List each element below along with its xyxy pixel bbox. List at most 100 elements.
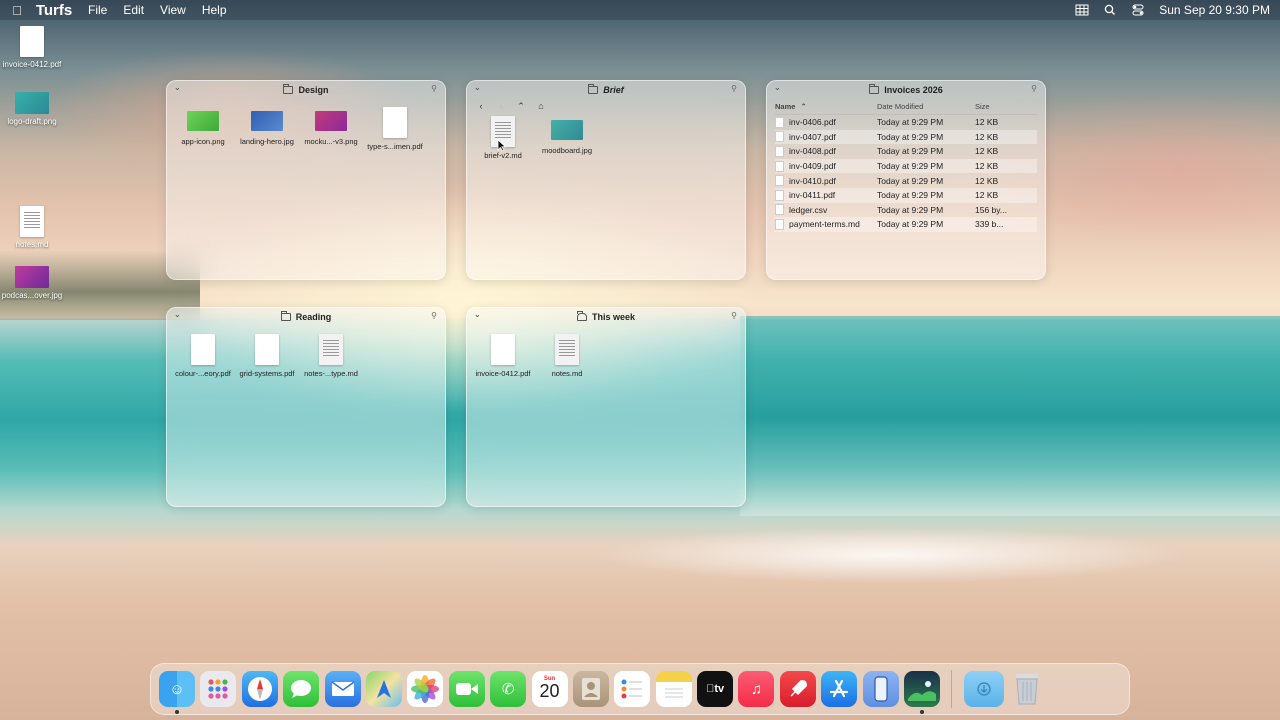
menubar-clock[interactable]: Sun Sep 20 9:30 PM xyxy=(1159,3,1270,17)
mouse-cursor-icon xyxy=(497,139,507,152)
table-row[interactable]: inv-0411.pdf Today at 9:29 PM 12 KB xyxy=(775,187,1037,203)
menu-help[interactable]: Help xyxy=(202,3,227,17)
markdown-file-icon xyxy=(20,206,44,237)
widget-title: This week xyxy=(591,312,636,322)
mail-icon[interactable] xyxy=(324,671,361,707)
table-row[interactable]: inv-0406.pdf Today at 9:29 PM 12 KB xyxy=(775,115,1037,130)
apple-menu-icon[interactable]:  xyxy=(10,3,24,18)
chevron-down-icon[interactable]: ⌄ xyxy=(474,310,481,319)
table-row[interactable]: inv-0407.pdf Today at 9:29 PM 12 KB xyxy=(775,129,1037,145)
pdf-file-icon xyxy=(775,116,784,128)
appstore-icon[interactable] xyxy=(821,671,858,707)
widget-brief[interactable]: ⌄ Brief ⚲ ‹ › ⌃ ⌂ brief-v2.md moodboard.… xyxy=(466,80,746,280)
table-row[interactable]: payment-terms.md Today at 9:29 PM 339 b... xyxy=(775,217,1037,232)
column-header-date[interactable]: Date Modified xyxy=(875,102,975,111)
menu-bar:  Turfs File Edit View Help Sun Sep 20 9… xyxy=(0,0,1280,20)
folder-icon xyxy=(588,84,599,94)
pin-icon[interactable]: ⚲ xyxy=(1031,84,1037,93)
file-item[interactable]: colour-...eory.pdf xyxy=(171,334,235,378)
file-item[interactable]: grid-systems.pdf xyxy=(235,334,299,378)
file-item[interactable]: invoice-0412.pdf xyxy=(471,334,535,378)
photos-icon[interactable] xyxy=(407,671,444,707)
safari-icon[interactable] xyxy=(241,671,278,707)
file-item[interactable]: app-icon.png xyxy=(171,107,235,151)
desktop-item[interactable]: notes.md xyxy=(0,206,67,249)
table-row[interactable]: inv-0410.pdf Today at 9:29 PM 12 KB xyxy=(775,173,1037,188)
pdf-file-icon xyxy=(775,160,784,172)
calendar-icon[interactable]: Sun 20 xyxy=(531,671,568,707)
sort-ascending-icon: ⌃ xyxy=(800,102,807,111)
file-list: Name ⌃ Date Modified Size inv-0406.pdf Tod… xyxy=(767,99,1045,232)
pdf-file-icon xyxy=(491,334,515,365)
widget-this-week[interactable]: ⌄ This week ⚲ invoice-0412.pdf notes.md xyxy=(466,307,746,507)
facetime-icon[interactable] xyxy=(448,671,485,707)
csv-file-icon xyxy=(775,204,784,216)
launchpad-icon[interactable] xyxy=(200,671,237,707)
file-item[interactable]: notes.md xyxy=(535,334,599,378)
app-menu[interactable]: Turfs xyxy=(36,0,72,28)
image-thumbnail-icon xyxy=(15,266,49,288)
pdf-file-icon xyxy=(383,107,407,138)
turfs-icon[interactable] xyxy=(904,671,941,714)
menu-file[interactable]: File xyxy=(88,3,107,17)
image-thumbnail-icon xyxy=(251,111,283,131)
rocket-icon[interactable] xyxy=(779,671,816,707)
reminders-icon[interactable] xyxy=(614,671,651,707)
desktop-item[interactable]: podcas...over.jpg xyxy=(0,266,67,300)
table-row[interactable]: inv-0408.pdf Today at 9:29 PM 12 KB xyxy=(775,144,1037,159)
tray-icon xyxy=(576,311,587,321)
image-thumbnail-icon xyxy=(187,111,219,131)
pin-icon[interactable]: ⚲ xyxy=(431,84,437,93)
maps-icon[interactable] xyxy=(365,671,402,707)
column-header-size[interactable]: Size xyxy=(975,102,1025,111)
finder-icon[interactable]: ☺ xyxy=(159,671,195,714)
forward-icon[interactable]: › xyxy=(495,101,507,112)
contacts-icon[interactable] xyxy=(572,671,609,707)
widget-title: Brief xyxy=(603,85,624,95)
control-center-icon[interactable] xyxy=(1131,4,1145,16)
pin-icon[interactable]: ⚲ xyxy=(731,84,737,93)
chevron-down-icon[interactable]: ⌄ xyxy=(174,310,181,319)
iphone-mirroring-icon[interactable] xyxy=(862,671,899,707)
file-item[interactable]: mocku...-v3.png xyxy=(299,107,363,151)
dock: ☺ ✆ Sun 20 tv ♫ xyxy=(150,663,1130,715)
menu-edit[interactable]: Edit xyxy=(123,3,144,17)
file-item[interactable]: landing-hero.jpg xyxy=(235,107,299,151)
up-icon[interactable]: ⌃ xyxy=(515,101,527,112)
home-icon[interactable]: ⌂ xyxy=(535,101,547,112)
messages-icon[interactable] xyxy=(283,671,320,707)
chevron-down-icon[interactable]: ⌄ xyxy=(774,83,781,92)
file-item[interactable]: moodboard.jpg xyxy=(535,116,599,160)
pdf-file-icon xyxy=(191,334,215,365)
widget-invoices[interactable]: ⌄ Invoices 2026 ⚲ Name ⌃ Date Modified Si… xyxy=(766,80,1046,280)
file-item[interactable]: type-s...imen.pdf xyxy=(363,107,427,151)
dock-separator xyxy=(951,670,953,708)
widget-grid-icon[interactable] xyxy=(1075,4,1089,16)
desktop-item[interactable]: logo-draft.png xyxy=(0,92,67,126)
column-header-name[interactable]: Name ⌃ xyxy=(775,102,875,111)
file-item[interactable]: notes-...type.md xyxy=(299,334,363,378)
markdown-file-icon xyxy=(319,334,343,365)
notes-icon[interactable] xyxy=(655,671,692,707)
menu-view[interactable]: View xyxy=(160,3,186,17)
pin-icon[interactable]: ⚲ xyxy=(731,311,737,320)
appletv-icon[interactable]: tv xyxy=(697,671,734,707)
downloads-folder-icon[interactable] xyxy=(963,671,1004,707)
search-icon[interactable] xyxy=(1103,4,1117,16)
back-icon[interactable]: ‹ xyxy=(475,101,487,112)
chevron-down-icon[interactable]: ⌄ xyxy=(474,83,481,92)
image-thumbnail-icon xyxy=(315,111,347,131)
music-icon[interactable]: ♫ xyxy=(738,671,775,707)
widget-reading[interactable]: ⌄ Reading ⚲ colour-...eory.pdf grid-syst… xyxy=(166,307,446,507)
chevron-down-icon[interactable]: ⌄ xyxy=(174,83,181,92)
table-row[interactable]: inv-0409.pdf Today at 9:29 PM 12 KB xyxy=(775,158,1037,174)
table-row[interactable]: ledger.csv Today at 9:29 PM 156 by... xyxy=(775,203,1037,218)
phone-icon[interactable]: ✆ xyxy=(490,671,527,707)
file-item[interactable]: brief-v2.md xyxy=(471,116,535,160)
pdf-file-icon xyxy=(20,26,44,57)
widget-design[interactable]: ⌄ Design ⚲ app-icon.png landing-hero.jpg… xyxy=(166,80,446,280)
trash-icon[interactable] xyxy=(1009,671,1045,707)
pin-icon[interactable]: ⚲ xyxy=(431,311,437,320)
markdown-file-icon xyxy=(555,334,579,365)
desktop-item[interactable]: invoice-0412.pdf xyxy=(0,26,67,69)
